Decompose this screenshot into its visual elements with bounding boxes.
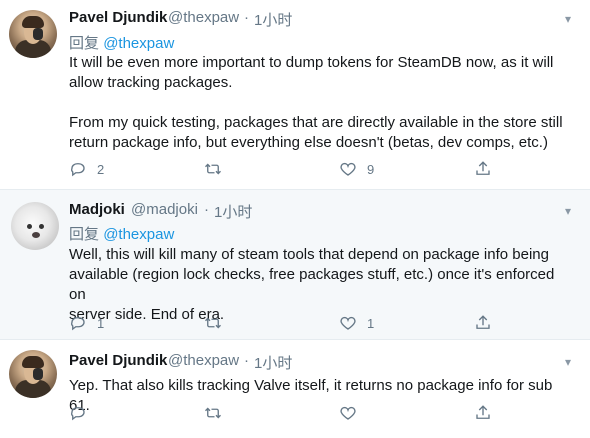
replying-to: 回复 @thexpaw — [69, 32, 174, 53]
reply-count: 2 — [97, 161, 105, 177]
reply-button[interactable] — [69, 404, 87, 422]
author-name[interactable]: Pavel Djundik — [69, 352, 167, 369]
reply-count: 1 — [97, 315, 105, 331]
like-count: 1 — [367, 315, 375, 331]
timestamp[interactable]: 1小时 — [254, 9, 292, 30]
tweet-actions — [69, 404, 569, 424]
caret-down-icon[interactable]: ▾ — [565, 204, 571, 218]
separator-dot: · — [244, 352, 249, 369]
like-icon — [340, 406, 356, 420]
share-button[interactable] — [474, 404, 492, 422]
author-name[interactable]: Madjoki — [69, 201, 125, 218]
tweet-1[interactable]: Pavel Djundik @thexpaw · 1小时 ▾ 回复 @thexp… — [0, 0, 590, 190]
share-button[interactable] — [474, 160, 492, 178]
avatar[interactable] — [9, 350, 57, 398]
like-count: 9 — [367, 161, 375, 177]
reply-icon — [71, 317, 85, 331]
tweet-2[interactable]: Madjoki @madjoki · 1小时 ▾ 回复 @thexpaw Wel… — [0, 190, 590, 340]
avatar[interactable] — [9, 10, 57, 58]
separator-dot: · — [204, 201, 209, 218]
retweet-icon — [205, 317, 221, 329]
replying-to: 回复 @thexpaw — [69, 223, 174, 244]
reply-button[interactable]: 2 — [69, 160, 104, 178]
author-handle[interactable]: @madjoki — [131, 201, 198, 218]
avatar[interactable] — [11, 202, 59, 250]
replying-prefix: 回复 — [69, 35, 100, 52]
reply-icon — [71, 163, 85, 177]
timestamp[interactable]: 1小时 — [214, 201, 252, 222]
like-button[interactable]: 1 — [339, 314, 374, 332]
share-icon — [476, 405, 490, 419]
replying-prefix: 回复 — [69, 226, 100, 243]
like-icon — [340, 316, 356, 330]
share-button[interactable] — [474, 314, 492, 332]
replying-to-link[interactable]: @thexpaw — [103, 226, 174, 243]
share-icon — [476, 315, 490, 329]
tweet-actions: 2 9 — [69, 160, 569, 180]
tweet-text: It will be even more important to dump t… — [69, 54, 563, 151]
share-icon — [476, 161, 490, 175]
retweet-button[interactable] — [204, 314, 222, 332]
replying-to-link[interactable]: @thexpaw — [103, 35, 174, 52]
caret-down-icon[interactable]: ▾ — [565, 12, 571, 26]
author-handle[interactable]: @thexpaw — [168, 9, 239, 26]
reply-button[interactable]: 1 — [69, 314, 104, 332]
separator-dot: · — [244, 9, 249, 26]
tweet-actions: 1 1 — [69, 314, 569, 334]
caret-down-icon[interactable]: ▾ — [565, 355, 571, 369]
author-handle[interactable]: @thexpaw — [168, 352, 239, 369]
retweet-button[interactable] — [204, 404, 222, 422]
like-button[interactable] — [339, 404, 357, 422]
like-button[interactable]: 9 — [339, 160, 374, 178]
like-icon — [340, 162, 356, 176]
retweet-icon — [205, 407, 221, 419]
timestamp[interactable]: 1小时 — [254, 352, 292, 373]
author-name[interactable]: Pavel Djundik — [69, 9, 167, 26]
tweet-3[interactable]: Pavel Djundik @thexpaw · 1小时 ▾ Yep. That… — [0, 340, 590, 438]
retweet-button[interactable] — [204, 160, 222, 178]
retweet-icon — [205, 163, 221, 175]
reply-icon — [71, 407, 85, 421]
tweet-text: Well, this will kill many of steam tools… — [69, 246, 555, 323]
